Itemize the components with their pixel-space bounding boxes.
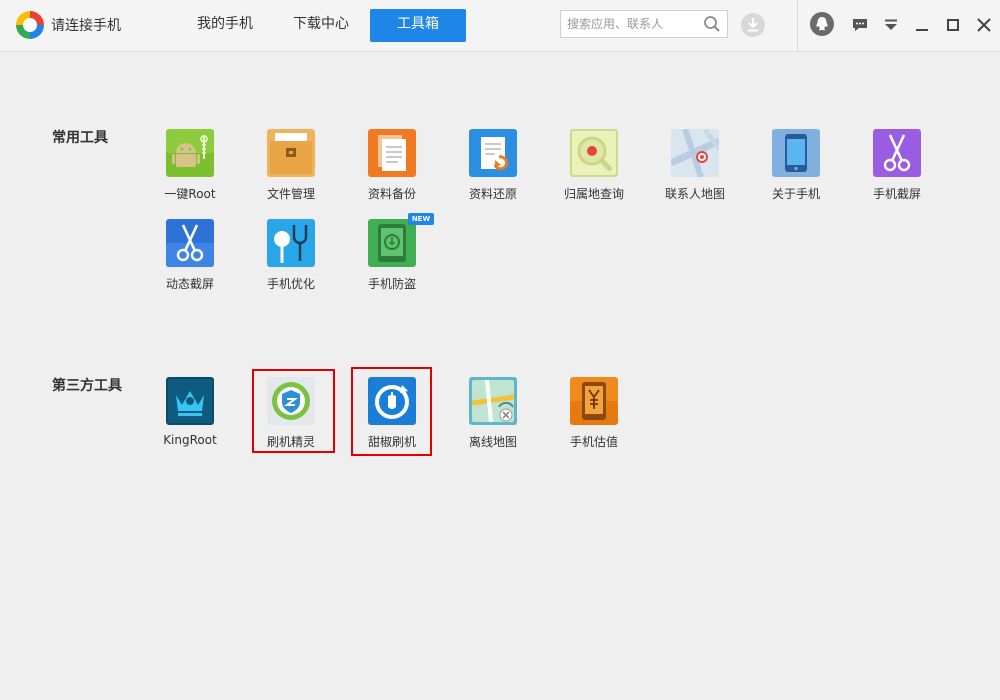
tool-label: KingRoot — [163, 433, 217, 447]
highlight-box-tianjiao-shuaji — [351, 367, 432, 456]
download-icon[interactable] — [740, 12, 766, 38]
android-root-icon — [166, 129, 214, 177]
highlight-box-shuaji-jingling — [252, 369, 335, 453]
restore-icon — [469, 129, 517, 177]
minimize-icon[interactable] — [911, 14, 933, 36]
tool-phone-optimize[interactable]: 手机优化 — [241, 219, 341, 299]
kingroot-icon — [166, 377, 214, 425]
phone-valuation-icon — [570, 377, 618, 425]
tab-download-center[interactable]: 下载中心 — [282, 9, 360, 42]
tool-about-phone[interactable]: 关于手机 — [746, 129, 846, 209]
tool-label: 手机防盗 — [367, 277, 416, 291]
tab-toolbox[interactable]: 工具箱 — [370, 9, 466, 42]
tool-one-click-root[interactable]: 一键Root — [140, 129, 240, 209]
tool-label: 动态截屏 — [165, 277, 214, 291]
backup-icon — [368, 129, 416, 177]
app-title: 请连接手机 — [51, 18, 121, 34]
tool-phone-valuation[interactable]: 手机估值 — [544, 377, 644, 457]
tool-label: 手机截屏 — [872, 187, 921, 201]
stethoscope-icon — [267, 219, 315, 267]
tool-location-lookup[interactable]: 归属地查询 — [544, 129, 644, 209]
new-badge-label: NEW — [411, 215, 431, 223]
divider — [797, 0, 798, 51]
tool-label: 关于手机 — [771, 187, 820, 201]
phone-info-icon — [772, 129, 820, 177]
contact-map-icon — [671, 129, 719, 177]
scissors-dynamic-icon — [166, 219, 214, 267]
search-icon[interactable] — [703, 15, 721, 33]
tool-data-backup[interactable]: 资料备份 — [342, 129, 442, 209]
search-input[interactable] — [567, 15, 699, 33]
tool-label: 联系人地图 — [664, 187, 725, 201]
tool-label: 文件管理 — [266, 187, 315, 201]
section-title-common-tools: 常用工具 — [52, 130, 108, 146]
tool-dynamic-screenshot[interactable]: 动态截屏 — [140, 219, 240, 299]
tool-contact-map[interactable]: 联系人地图 — [645, 129, 745, 209]
anti-theft-icon — [368, 219, 416, 267]
dropdown-icon[interactable] — [880, 14, 902, 36]
tool-label: 一键Root — [164, 187, 216, 201]
scissors-icon — [873, 129, 921, 177]
tool-label: 资料还原 — [468, 187, 517, 201]
message-icon[interactable] — [849, 14, 871, 36]
tool-phone-screenshot[interactable]: 手机截屏 — [847, 129, 947, 209]
tool-kingroot[interactable]: KingRoot — [140, 377, 240, 457]
folder-icon — [267, 129, 315, 177]
close-icon[interactable] — [973, 14, 995, 36]
offline-map-icon — [469, 377, 517, 425]
app-logo-icon — [16, 11, 44, 39]
tab-my-phone[interactable]: 我的手机 — [186, 9, 264, 42]
maximize-icon[interactable] — [942, 14, 964, 36]
search-box — [560, 10, 728, 38]
tool-label: 手机优化 — [266, 277, 315, 291]
tool-label: 资料备份 — [367, 187, 416, 201]
tool-data-restore[interactable]: 资料还原 — [443, 129, 543, 209]
tool-label: 离线地图 — [468, 435, 517, 449]
tool-label: 手机估值 — [569, 435, 618, 449]
qq-icon[interactable] — [810, 12, 834, 36]
tool-label: 归属地查询 — [563, 187, 624, 201]
top-bar: 请连接手机 我的手机 下载中心 工具箱 — [0, 0, 1000, 52]
tool-anti-theft[interactable]: NEW 手机防盗 — [342, 213, 442, 299]
location-search-icon — [570, 129, 618, 177]
tool-file-manager[interactable]: 文件管理 — [241, 129, 341, 209]
tool-offline-map[interactable]: 离线地图 — [443, 377, 543, 457]
section-title-third-party-tools: 第三方工具 — [52, 378, 122, 394]
